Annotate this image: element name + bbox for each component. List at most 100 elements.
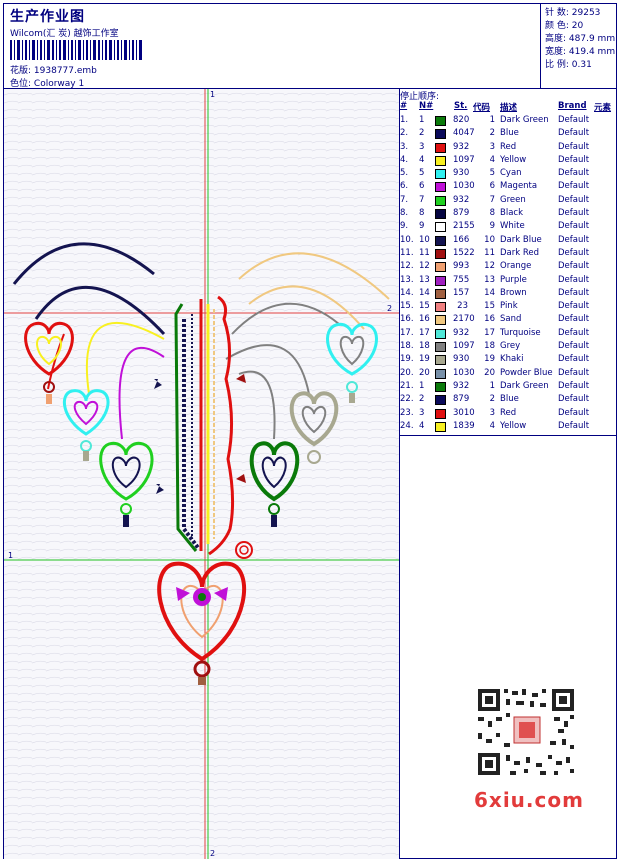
- row-code: 3: [489, 407, 495, 418]
- row-stitches: 930: [453, 354, 470, 365]
- guide-marker-right: 2: [387, 304, 392, 313]
- stat-colors: 颜 色: 20: [545, 21, 584, 31]
- row-brand: Default: [558, 394, 590, 405]
- row-description: Magenta: [500, 181, 538, 192]
- row-needle: 1: [419, 115, 425, 125]
- col-stitches: St.: [454, 101, 468, 111]
- row-brand: Default: [558, 367, 590, 378]
- color-swatch: [435, 169, 446, 180]
- row-code: 1: [489, 115, 495, 125]
- row-index: 8.: [400, 208, 409, 219]
- row-stitches: 932: [453, 194, 470, 205]
- color-swatch: [435, 116, 446, 126]
- stats-box: 针 数: 29253 颜 色: 20 高度: 487.9 mm 宽度: 419.…: [540, 4, 617, 89]
- row-index: 14.: [400, 287, 414, 298]
- row-needle: 8: [419, 208, 425, 219]
- row-stitches: 2170: [453, 314, 475, 325]
- row-stitches: 932: [453, 327, 470, 338]
- row-stitches: 1030: [453, 181, 475, 192]
- panel-divider: [400, 435, 616, 436]
- guide-marker-left: 1: [8, 551, 13, 560]
- color-swatch: [435, 328, 446, 339]
- row-stitches: 4047: [453, 128, 475, 139]
- row-brand: Default: [558, 168, 590, 179]
- row-brand: Default: [558, 194, 590, 205]
- row-needle: 5: [419, 168, 425, 179]
- sequence-rows: 1. 1 820 1 Dark Green Default 2. 2 4047 2 Blue Defa…: [400, 115, 616, 434]
- row-needle: 12: [419, 261, 430, 272]
- stat-scale: 比 例: 0.31: [545, 60, 592, 70]
- row-code: 5: [489, 168, 495, 179]
- row-stitches: 157: [453, 287, 470, 298]
- file-info: 花版: 1938777.emb: [10, 63, 97, 76]
- sequence-row: 11. 11 1522 11 Dark Red Default: [400, 248, 616, 261]
- row-needle: 20: [419, 367, 430, 378]
- row-brand: Default: [558, 380, 590, 391]
- sequence-row: 21. 1 932 1 Dark Green Default: [400, 381, 616, 394]
- row-needle: 3: [419, 407, 425, 418]
- row-index: 11.: [400, 247, 414, 258]
- row-brand: Default: [558, 301, 590, 312]
- row-index: 7.: [400, 194, 409, 205]
- sequence-row: 9. 9 2155 9 White Default: [400, 221, 616, 234]
- row-code: 20: [484, 367, 495, 378]
- row-index: 20.: [400, 367, 414, 378]
- row-index: 5.: [400, 168, 409, 179]
- color-swatch: [435, 248, 446, 259]
- row-description: Grey: [500, 341, 521, 352]
- row-brand: Default: [558, 341, 590, 352]
- row-code: 10: [484, 234, 495, 245]
- row-index: 24.: [400, 420, 414, 431]
- embroidery-preview: 1 2 1 2: [4, 89, 399, 859]
- row-stitches: 23: [457, 301, 468, 312]
- stat-height: 高度: 487.9 mm: [545, 34, 616, 44]
- row-description: Purple: [500, 274, 527, 285]
- row-description: Khaki: [500, 354, 524, 365]
- sequence-row: 17. 17 932 17 Turquoise Default: [400, 328, 616, 341]
- row-code: 11: [484, 247, 495, 258]
- col-description: 描述: [500, 103, 518, 113]
- row-brand: Default: [558, 261, 590, 272]
- sequence-row: 16. 16 2170 16 Sand Default: [400, 314, 616, 327]
- row-code: 8: [489, 208, 495, 219]
- row-needle: 2: [419, 394, 425, 405]
- color-swatch: [435, 222, 446, 233]
- row-stitches: 932: [453, 141, 470, 152]
- row-description: Blue: [500, 394, 519, 405]
- watermark-brand: 6xiu.com: [474, 788, 584, 812]
- row-code: 19: [484, 354, 495, 365]
- sequence-row: 3. 3 932 3 Red Default: [400, 142, 616, 155]
- row-code: 15: [484, 301, 495, 312]
- sequence-row: 18. 18 1097 18 Grey Default: [400, 341, 616, 354]
- row-description: Red: [500, 141, 517, 152]
- row-index: 3.: [400, 141, 409, 152]
- color-swatch: [435, 209, 446, 220]
- row-description: Turquoise: [500, 327, 541, 338]
- row-stitches: 1097: [453, 341, 475, 352]
- row-description: Dark Green: [500, 115, 549, 125]
- sequence-row: 8. 8 879 8 Black Default: [400, 208, 616, 221]
- design-canvas[interactable]: 1 2 1 2: [4, 89, 400, 859]
- row-index: 16.: [400, 314, 414, 325]
- file-label: 花版:: [10, 66, 32, 76]
- row-needle: 7: [419, 194, 425, 205]
- row-brand: Default: [558, 407, 590, 418]
- row-index: 13.: [400, 274, 414, 285]
- row-brand: Default: [558, 221, 590, 232]
- stat-width: 宽度: 419.4 mm: [545, 47, 616, 57]
- row-index: 17.: [400, 327, 414, 338]
- color-swatch: [435, 368, 446, 379]
- color-swatch: [435, 275, 446, 286]
- sequence-row: 10. 10 166 10 Dark Blue Default: [400, 235, 616, 248]
- color-swatch: [435, 235, 446, 246]
- sequence-row: 14. 14 157 14 Brown Default: [400, 288, 616, 301]
- sequence-row: 6. 6 1030 6 Magenta Default: [400, 181, 616, 194]
- row-brand: Default: [558, 327, 590, 338]
- row-index: 6.: [400, 181, 409, 192]
- row-code: 4: [489, 154, 495, 165]
- row-index: 22.: [400, 394, 414, 405]
- sequence-row: 1. 1 820 1 Dark Green Default: [400, 115, 616, 128]
- row-description: Green: [500, 194, 526, 205]
- row-brand: Default: [558, 314, 590, 325]
- row-description: Dark Blue: [500, 234, 542, 245]
